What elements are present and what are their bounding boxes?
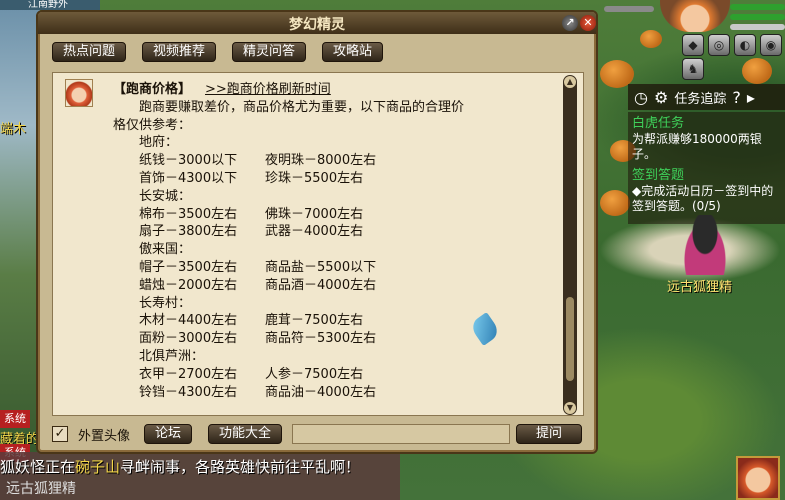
answer-content: 【跑商价格】 >>跑商价格刷新时间 跑商要赚取差价，商品价格尤为重要，以下商品的… [52,72,584,416]
chat-message-prefix: 狐妖怪正在 [0,458,76,476]
pet-avatar[interactable] [736,456,780,500]
exp-bar [730,24,785,30]
dialog-title: 梦幻精灵 [289,17,345,33]
price-row: 扇子－3800左右 武器－4000左右 [113,223,553,241]
pet-icon[interactable]: ◎ [708,34,730,56]
price-item: 夜明珠－8000左右 [265,153,377,169]
clock-icon[interactable]: ◷ [634,88,648,107]
price-item: 武器－4000左右 [265,224,364,240]
pumpkin-decoration [600,190,630,216]
tab-video-recommend[interactable]: 视频推荐 [142,42,217,62]
article-intro: 跑商要赚取差价，商品价格尤为重要，以下商品的合理价 [139,99,465,115]
npc-name[interactable]: 远古狐狸精 [667,276,732,295]
external-avatar-checkbox[interactable]: ✓ [52,426,68,442]
article-heading: 【跑商价格】 [113,82,192,97]
task-tracker-title: 任务追踪 [674,91,727,107]
price-item: 木材－4400左右 [139,313,238,329]
close-icon[interactable]: ✕ [580,15,596,31]
features-button[interactable]: 功能大全 [208,424,283,444]
price-item: 珍珠－5500左右 [265,170,364,186]
skill-icon[interactable]: ◆ [682,34,704,56]
help-icon[interactable]: ? [732,88,741,107]
elf-helper-dialog: 梦幻精灵 ↗ ✕ 热点问题 视频推荐 精灵问答 攻略站 【跑商价格】 >>跑商价… [36,10,598,454]
region-name: 北俱芦洲： [139,348,205,364]
scroll-down-icon[interactable]: ▼ [564,402,576,414]
forum-button[interactable]: 论坛 [144,424,193,444]
price-item: 扇子－3800左右 [139,224,238,240]
task-description: ◆完成活动日历－签到中的签到答题。(0/5) [632,184,774,213]
restore-icon[interactable]: ↗ [562,15,578,31]
tab-hot-questions[interactable]: 热点问题 [52,42,127,62]
status-bar [604,6,654,12]
chat-message-2: 远古狐狸精 [6,481,76,497]
price-row: 首饰－4300以下 珍珠－5500左右 [113,170,553,188]
price-item: 商品盐－5500以下 [265,259,377,275]
price-row: 蜡烛－2000左右 商品酒－4000左右 [113,277,553,295]
team-icon[interactable]: ◉ [760,34,782,56]
price-item: 纸钱－3000以下 [139,153,238,169]
external-avatar-label: 外置头像 [78,429,131,444]
chat-message[interactable]: 狐妖怪正在碗子山寻衅闹事，各路英雄快前往平乱啊！ [0,456,360,477]
task-title[interactable]: 签到答题 [632,168,781,184]
chat-place-link[interactable]: 碗子山 [75,458,120,476]
price-item: 商品符－5300左右 [265,331,377,347]
area-name: 江南野外 [0,0,100,10]
price-item: 人参－7500左右 [265,366,364,382]
rabbit-icon[interactable]: ♞ [682,58,704,80]
pumpkin-decoration [742,58,772,84]
price-item: 面粉－3000左右 [139,331,238,347]
pumpkin-decoration [640,30,662,48]
task-title[interactable]: 白虎任务 [632,116,781,132]
price-row: 纸钱－3000以下 夜明珠－8000左右 [113,152,553,170]
dialog-bottom-bar: ✓ 外置头像 论坛 功能大全 提问 [52,424,582,446]
price-item: 商品酒－4000左右 [265,277,377,293]
price-item: 棉布－3500左右 [139,206,238,222]
elf-avatar [65,79,93,107]
task-tracker-header[interactable]: ◷ ⚙ 任务追踪 ? ▸ [628,84,785,110]
ask-button[interactable]: 提问 [516,424,582,444]
scroll-thumb[interactable] [566,297,574,381]
price-row: 棉布－3500左右 佛珠－7000左右 [113,206,553,224]
side-chat-text: 端木 [0,122,27,137]
collapse-icon[interactable]: ▸ [747,88,755,107]
region-name: 长安城： [139,188,192,204]
npc-sprite[interactable] [680,215,730,275]
price-item: 佛珠－7000左右 [265,206,364,222]
system-channel-badge: 系统 [0,410,30,428]
price-item: 衣甲－2700左右 [139,366,238,382]
task-tracker-body: 白虎任务 为帮派赚够180000两银子。 签到答题 ◆完成活动日历－签到中的签到… [628,112,785,224]
chat-message-suffix: 寻衅闹事，各路英雄快前往平乱啊！ [120,458,361,476]
price-item: 商品油－4000左右 [265,384,377,400]
price-item: 铃铛－4300左右 [139,384,238,400]
price-item: 帽子－3500左右 [139,259,238,275]
region-name: 傲来国： [139,242,192,258]
hp-bar [730,4,785,10]
article-text: 【跑商价格】 >>跑商价格刷新时间 跑商要赚取差价，商品价格尤为重要，以下商品的… [113,81,553,401]
price-row: 帽子－3500左右 商品盐－5500以下 [113,259,553,277]
gear-icon[interactable]: ⚙ [654,88,668,107]
price-item: 蜡烛－2000左右 [139,277,238,293]
price-refresh-link[interactable]: >>跑商价格刷新时间 [205,81,331,99]
hud-icon-row: ◆ ◎ ◐ ◉ [682,34,782,56]
price-row: 铃铛－4300左右 商品油－4000左右 [113,384,553,402]
mp-bar [730,14,785,20]
dialog-titlebar[interactable]: 梦幻精灵 ↗ ✕ [38,12,596,34]
price-item: 鹿茸－7500左右 [265,313,364,329]
price-item: 首饰－4300以下 [139,170,238,186]
scrollbar[interactable]: ▲ ▼ [563,75,577,415]
scroll-up-icon[interactable]: ▲ [564,76,576,88]
question-input[interactable] [292,424,510,444]
price-row: 衣甲－2700左右 人参－7500左右 [113,366,553,384]
region-name: 地府： [139,135,179,151]
article-intro-cont: 格仅供参考： [113,117,192,133]
tab-elf-qa[interactable]: 精灵问答 [232,42,307,62]
tab-strategy[interactable]: 攻略站 [322,42,384,62]
item-icon[interactable]: ◐ [734,34,756,56]
region-name: 长寿村： [139,295,192,311]
tab-bar: 热点问题 视频推荐 精灵问答 攻略站 [52,42,384,62]
task-description: 为帮派赚够180000两银子。 [632,132,762,161]
